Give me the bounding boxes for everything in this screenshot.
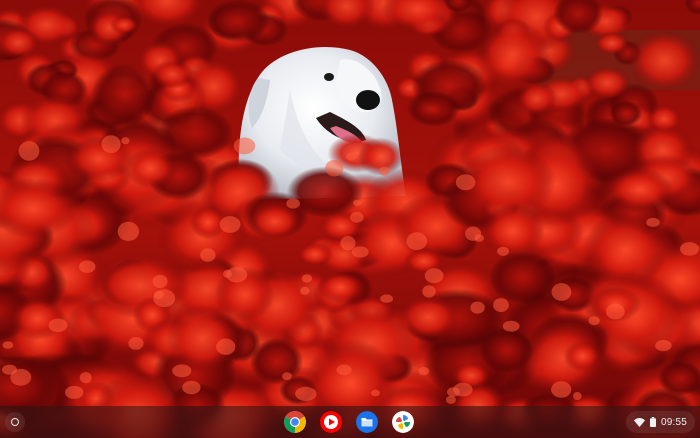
battery-icon [649,417,656,427]
files-folder-icon[interactable] [356,411,378,433]
launcher-button[interactable] [5,412,25,432]
settings-pinwheel-icon[interactable] [392,411,414,433]
clock: 09:55 [660,416,687,428]
wallpaper [0,0,700,438]
chrome-icon[interactable] [284,411,306,433]
status-tray[interactable]: 09:55 [625,411,695,433]
launcher-circle-icon [11,418,19,426]
shelf: 09:55 [0,406,700,438]
wifi-icon [633,417,645,427]
youtube-play-icon[interactable] [320,411,342,433]
desktop[interactable]: 09:55 [0,0,700,438]
pinned-apps [284,411,414,433]
